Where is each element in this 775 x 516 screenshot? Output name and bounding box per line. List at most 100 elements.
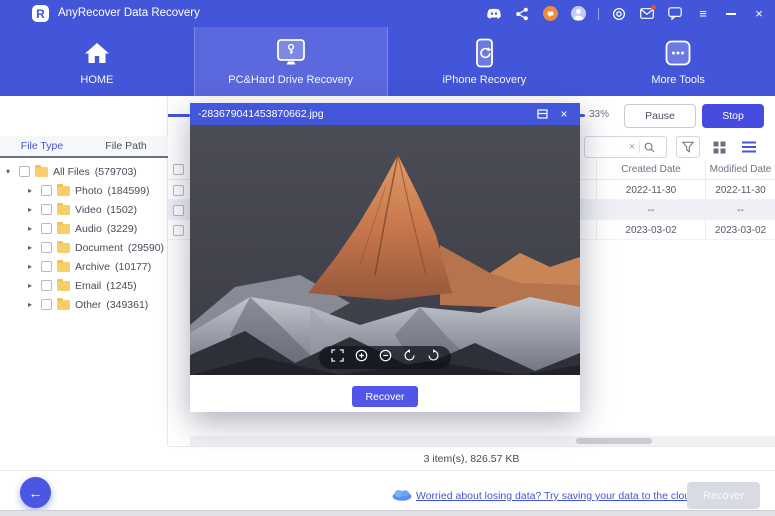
tree-item-label: All Files bbox=[53, 166, 90, 178]
app-logo-icon: R bbox=[32, 5, 49, 22]
maximize-icon[interactable] bbox=[534, 106, 550, 122]
close-icon[interactable]: × bbox=[556, 106, 572, 122]
caret-right-icon[interactable]: ▸ bbox=[28, 205, 36, 214]
cloud-backup-link[interactable]: Worried about losing data? Try saving yo… bbox=[416, 490, 696, 502]
tab-home[interactable]: HOME bbox=[0, 27, 194, 96]
cell-modified-date[interactable]: 2022-11-30 bbox=[706, 185, 775, 196]
tree-item-archive[interactable]: ▸ Archive (10177) bbox=[0, 257, 168, 276]
cell-created-date[interactable]: 2022-11-30 bbox=[600, 185, 702, 196]
cell-created-date[interactable]: -- bbox=[600, 205, 702, 216]
folder-icon bbox=[57, 224, 70, 234]
cell-modified-date[interactable]: -- bbox=[706, 205, 775, 216]
discord-icon[interactable] bbox=[486, 6, 502, 22]
fullscreen-icon[interactable] bbox=[331, 349, 344, 367]
row-checkbox[interactable] bbox=[173, 205, 184, 216]
search-box: × bbox=[584, 136, 667, 158]
zoom-out-icon[interactable] bbox=[379, 349, 392, 367]
horizontal-scrollbar-track[interactable] bbox=[190, 436, 775, 446]
monitor-recovery-icon bbox=[274, 36, 308, 70]
feedback-chat-icon[interactable] bbox=[667, 6, 683, 22]
search-input[interactable] bbox=[585, 138, 625, 156]
file-type-tree: ▾ All Files (579703) ▸ Photo (184599) ▸ … bbox=[0, 162, 168, 314]
caret-right-icon[interactable]: ▸ bbox=[28, 300, 36, 309]
footer: ← Worried about losing data? Try saving … bbox=[0, 470, 775, 510]
tab-pc-hard-drive-recovery[interactable]: PC&Hard Drive Recovery bbox=[194, 27, 388, 96]
share-icon[interactable] bbox=[514, 6, 530, 22]
stop-button[interactable]: Stop bbox=[702, 104, 764, 128]
tab-file-path[interactable]: File Path bbox=[84, 140, 168, 152]
tree-item-photo[interactable]: ▸ Photo (184599) bbox=[0, 181, 168, 200]
rotate-left-icon[interactable] bbox=[403, 349, 416, 367]
grid-view-icon[interactable] bbox=[708, 138, 730, 156]
titlebar-separator bbox=[598, 8, 599, 20]
folder-icon bbox=[35, 167, 48, 177]
modal-recover-button[interactable]: Recover bbox=[352, 386, 418, 407]
preview-modal: -283679041453870662.jpg × bbox=[190, 103, 580, 412]
tree-item-email[interactable]: ▸ Email (1245) bbox=[0, 276, 168, 295]
caret-right-icon[interactable]: ▸ bbox=[28, 224, 36, 233]
rotate-right-icon[interactable] bbox=[427, 349, 440, 367]
tree-item-label: Email bbox=[75, 280, 101, 292]
tree-item-audio[interactable]: ▸ Audio (3229) bbox=[0, 219, 168, 238]
main-nav: HOME PC&Hard Drive Recovery iPhone Recov… bbox=[0, 27, 775, 96]
list-view-icon[interactable] bbox=[738, 138, 760, 156]
tree-item-other[interactable]: ▸ Other (349361) bbox=[0, 295, 168, 314]
cell-created-date[interactable]: 2023-03-02 bbox=[600, 225, 702, 236]
sidebar: File Type File Path ▾ All Files (579703)… bbox=[0, 96, 168, 446]
tab-file-type[interactable]: File Type bbox=[0, 140, 84, 152]
row-checkbox[interactable] bbox=[173, 185, 184, 196]
checkbox[interactable] bbox=[41, 261, 52, 272]
close-icon[interactable]: × bbox=[751, 6, 767, 22]
recover-button-disabled[interactable]: Recover bbox=[687, 482, 760, 509]
tree-item-count: (29590) bbox=[128, 242, 164, 254]
mail-icon[interactable] bbox=[639, 6, 655, 22]
back-button[interactable]: ← bbox=[20, 477, 51, 508]
tab-label: More Tools bbox=[651, 74, 705, 86]
tree-item-label: Audio bbox=[75, 223, 102, 235]
select-all-checkbox[interactable] bbox=[173, 164, 184, 175]
caret-right-icon[interactable]: ▸ bbox=[28, 243, 36, 252]
caret-right-icon[interactable]: ▸ bbox=[28, 186, 36, 195]
search-icon[interactable] bbox=[640, 142, 658, 153]
zoom-in-icon[interactable] bbox=[355, 349, 368, 367]
checkbox[interactable] bbox=[19, 166, 30, 177]
account-avatar-icon[interactable] bbox=[570, 6, 586, 22]
checkbox[interactable] bbox=[41, 204, 52, 215]
tree-item-count: (184599) bbox=[107, 185, 149, 197]
checkbox[interactable] bbox=[41, 242, 52, 253]
checkbox[interactable] bbox=[41, 223, 52, 234]
cell-modified-date[interactable]: 2023-03-02 bbox=[706, 225, 775, 236]
tree-item-label: Photo bbox=[75, 185, 102, 197]
checkbox[interactable] bbox=[41, 185, 52, 196]
row-checkbox[interactable] bbox=[173, 225, 184, 236]
clear-search-icon[interactable]: × bbox=[625, 141, 639, 153]
tree-item-label: Other bbox=[75, 299, 101, 311]
folder-icon bbox=[57, 243, 70, 253]
selection-summary: 3 item(s), 826.57 KB bbox=[168, 446, 775, 470]
mail-notification-badge bbox=[651, 5, 656, 10]
image-toolbar bbox=[319, 346, 451, 369]
caret-down-icon[interactable]: ▾ bbox=[6, 167, 14, 176]
horizontal-scrollbar-thumb[interactable] bbox=[576, 438, 652, 444]
pause-button[interactable]: Pause bbox=[624, 104, 696, 128]
menu-icon[interactable]: ≡ bbox=[695, 6, 711, 22]
column-header-created-date[interactable]: Created Date bbox=[600, 164, 702, 175]
checkbox[interactable] bbox=[41, 299, 52, 310]
tree-item-count: (10177) bbox=[115, 261, 151, 273]
tree-item-video[interactable]: ▸ Video (1502) bbox=[0, 200, 168, 219]
column-divider bbox=[596, 160, 597, 240]
register-icon[interactable] bbox=[611, 6, 627, 22]
minimize-icon[interactable] bbox=[723, 6, 739, 22]
tab-label: iPhone Recovery bbox=[442, 74, 526, 86]
tab-iphone-recovery[interactable]: iPhone Recovery bbox=[388, 27, 582, 96]
home-icon bbox=[84, 36, 110, 70]
support-chat-icon[interactable] bbox=[542, 6, 558, 22]
caret-right-icon[interactable]: ▸ bbox=[28, 262, 36, 271]
filter-button[interactable] bbox=[676, 136, 700, 158]
checkbox[interactable] bbox=[41, 280, 52, 291]
tab-more-tools[interactable]: More Tools bbox=[581, 27, 775, 96]
column-header-modified-date[interactable]: Modified Date bbox=[706, 164, 775, 175]
caret-right-icon[interactable]: ▸ bbox=[28, 281, 36, 290]
tree-item-all-files[interactable]: ▾ All Files (579703) bbox=[0, 162, 168, 181]
tree-item-document[interactable]: ▸ Document (29590) bbox=[0, 238, 168, 257]
